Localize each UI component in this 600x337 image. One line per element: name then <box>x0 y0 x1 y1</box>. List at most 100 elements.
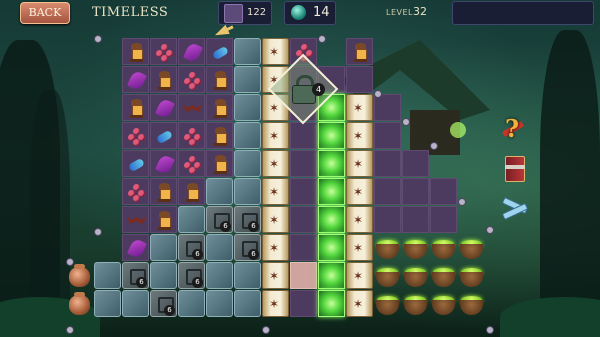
board-cell[interactable] <box>122 66 149 93</box>
rune-scroll-tile[interactable]: ✶ <box>346 290 373 317</box>
stone-tile[interactable] <box>234 290 261 317</box>
locked-stone-tile[interactable]: 6 <box>178 234 205 261</box>
board-cell[interactable] <box>150 94 177 121</box>
stone-tile[interactable] <box>234 38 261 65</box>
stone-tile[interactable] <box>122 290 149 317</box>
board-cell[interactable] <box>178 122 205 149</box>
board-cell[interactable] <box>206 66 233 93</box>
board-cell[interactable] <box>122 38 149 65</box>
stone-tile[interactable] <box>206 178 233 205</box>
rune-scroll-tile[interactable]: ✶ <box>346 94 373 121</box>
rune-scroll-tile[interactable]: ✶ <box>262 262 289 289</box>
glowing-rune-tile[interactable] <box>318 150 345 177</box>
empty-cell[interactable] <box>290 234 317 261</box>
rune-scroll-tile[interactable]: ✶ <box>346 234 373 261</box>
cauldron-tile[interactable] <box>458 290 485 317</box>
cauldron-tile[interactable] <box>374 262 401 289</box>
locked-stone-tile[interactable]: 6 <box>150 290 177 317</box>
cauldron-tile[interactable] <box>402 262 429 289</box>
empty-cell[interactable] <box>402 150 429 177</box>
stone-tile[interactable] <box>234 178 261 205</box>
clay-jar-tile[interactable] <box>66 290 93 317</box>
cauldron-tile[interactable] <box>430 262 457 289</box>
cauldron-tile[interactable] <box>374 234 401 261</box>
board-cell[interactable] <box>206 122 233 149</box>
stone-tile[interactable] <box>178 206 205 233</box>
cauldron-tile[interactable] <box>402 234 429 261</box>
board-cell[interactable] <box>150 122 177 149</box>
rune-scroll-tile[interactable]: ✶ <box>262 234 289 261</box>
rune-scroll-tile[interactable]: ✶ <box>346 178 373 205</box>
board-cell[interactable] <box>122 178 149 205</box>
cauldron-tile[interactable] <box>458 234 485 261</box>
cauldron-tile[interactable] <box>458 262 485 289</box>
board-cell[interactable] <box>346 38 373 65</box>
stone-tile[interactable] <box>234 122 261 149</box>
empty-cell[interactable] <box>290 122 317 149</box>
board-cell[interactable] <box>150 150 177 177</box>
empty-cell[interactable] <box>374 206 401 233</box>
rune-scroll-tile[interactable]: ✶ <box>346 262 373 289</box>
rune-scroll-tile[interactable]: ✶ <box>262 150 289 177</box>
shuffle-button[interactable] <box>500 194 529 222</box>
locked-stone-tile[interactable]: 6 <box>234 206 261 233</box>
stone-tile[interactable] <box>206 234 233 261</box>
locked-stone-tile[interactable]: 6 <box>234 234 261 261</box>
empty-cell[interactable] <box>374 94 401 121</box>
board-cell[interactable] <box>206 150 233 177</box>
glowing-rune-tile[interactable] <box>318 178 345 205</box>
empty-cell[interactable] <box>374 122 401 149</box>
rune-scroll-tile[interactable]: ✶ <box>262 206 289 233</box>
empty-cell[interactable] <box>430 206 457 233</box>
board-cell[interactable] <box>178 178 205 205</box>
board-cell[interactable] <box>122 94 149 121</box>
stone-tile[interactable] <box>234 94 261 121</box>
rune-scroll-tile[interactable]: ✶ <box>262 178 289 205</box>
target-cell[interactable] <box>290 262 317 289</box>
empty-cell[interactable] <box>430 178 457 205</box>
stone-tile[interactable] <box>94 262 121 289</box>
empty-cell[interactable] <box>290 178 317 205</box>
board-cell[interactable] <box>122 122 149 149</box>
board-cell[interactable] <box>122 234 149 261</box>
empty-cell[interactable] <box>290 150 317 177</box>
rune-scroll-tile[interactable]: ✶ <box>262 122 289 149</box>
stone-tile[interactable] <box>234 66 261 93</box>
rune-scroll-tile[interactable]: ✶ <box>346 206 373 233</box>
board-cell[interactable] <box>178 38 205 65</box>
stone-tile[interactable] <box>94 290 121 317</box>
stone-tile[interactable] <box>206 290 233 317</box>
cauldron-tile[interactable] <box>430 234 457 261</box>
stone-tile[interactable] <box>206 262 233 289</box>
locked-stone-tile[interactable]: 6 <box>178 262 205 289</box>
glowing-rune-tile[interactable] <box>318 262 345 289</box>
board-cell[interactable] <box>150 66 177 93</box>
rune-scroll-tile[interactable]: ✶ <box>346 122 373 149</box>
board-cell[interactable] <box>122 206 149 233</box>
empty-cell[interactable] <box>290 206 317 233</box>
board-cell[interactable] <box>150 38 177 65</box>
board-cell[interactable] <box>150 178 177 205</box>
locked-stone-tile[interactable]: 6 <box>206 206 233 233</box>
stone-tile[interactable] <box>150 262 177 289</box>
hint-button[interactable]: ? <box>500 114 528 143</box>
cauldron-tile[interactable] <box>402 290 429 317</box>
empty-cell[interactable] <box>374 178 401 205</box>
board-cell[interactable] <box>206 38 233 65</box>
empty-cell[interactable] <box>402 206 429 233</box>
locked-stone-tile[interactable]: 6 <box>122 262 149 289</box>
board-cell[interactable] <box>178 150 205 177</box>
board-cell[interactable] <box>206 94 233 121</box>
rune-scroll-tile[interactable]: ✶ <box>346 150 373 177</box>
stone-tile[interactable] <box>234 262 261 289</box>
glowing-rune-tile[interactable] <box>318 122 345 149</box>
cauldron-tile[interactable] <box>430 290 457 317</box>
empty-cell[interactable] <box>402 178 429 205</box>
clay-jar-tile[interactable] <box>66 262 93 289</box>
board-cell[interactable] <box>178 66 205 93</box>
empty-cell[interactable] <box>374 150 401 177</box>
stone-tile[interactable] <box>234 150 261 177</box>
stone-tile[interactable] <box>178 290 205 317</box>
empty-cell[interactable] <box>290 290 317 317</box>
rune-scroll-tile[interactable]: ✶ <box>262 38 289 65</box>
